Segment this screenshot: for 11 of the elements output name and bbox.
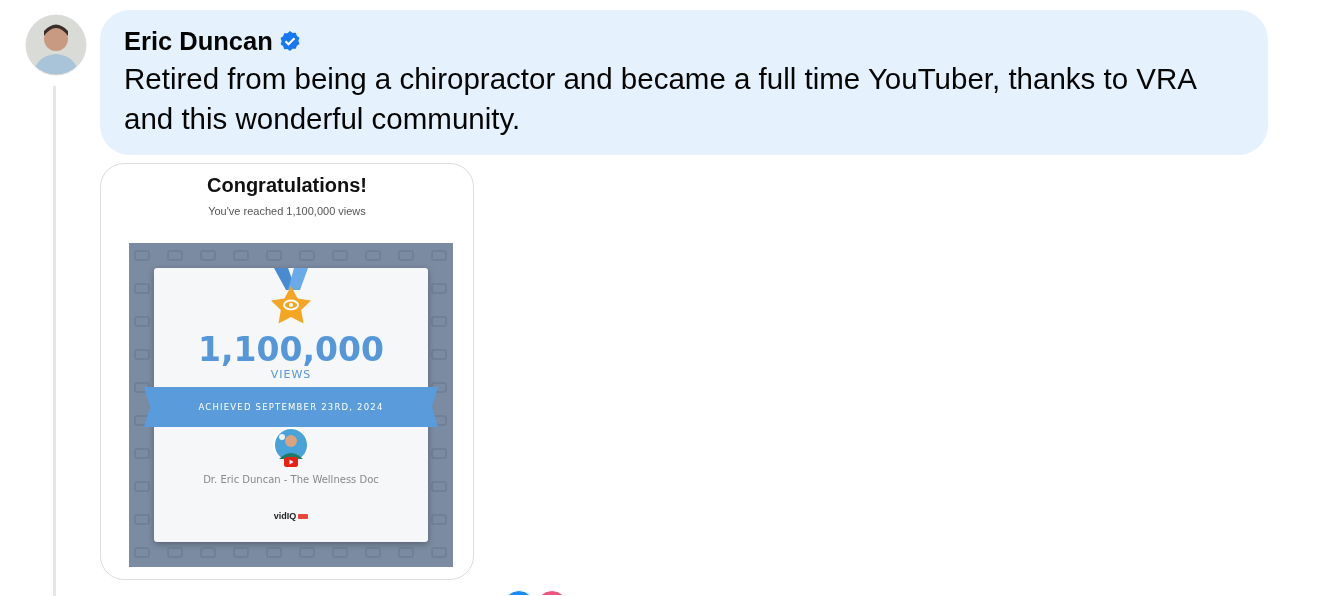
view-count: 1,100,000 (198, 332, 384, 368)
views-subtitle: You've reached 1,100,000 views (207, 205, 367, 217)
views-label: VIEWS (270, 368, 312, 381)
comment-text: Retired from being a chiropractor and became a full time YouTuber, thanks to VRA and this wonderful community. (124, 61, 1197, 137)
logo-badge-icon (298, 513, 309, 519)
author-name[interactable]: Eric Duncan (124, 26, 273, 56)
achievement-ribbon: ACHIEVED SEPTEMBER 23RD, 2024 (144, 387, 438, 427)
play-icon (284, 457, 298, 467)
channel-name: Dr. Eric Duncan - The Wellness Doc (202, 474, 380, 485)
congratulations-title: Congratulations! (206, 174, 368, 197)
logo-text: vidIQ (273, 511, 297, 521)
